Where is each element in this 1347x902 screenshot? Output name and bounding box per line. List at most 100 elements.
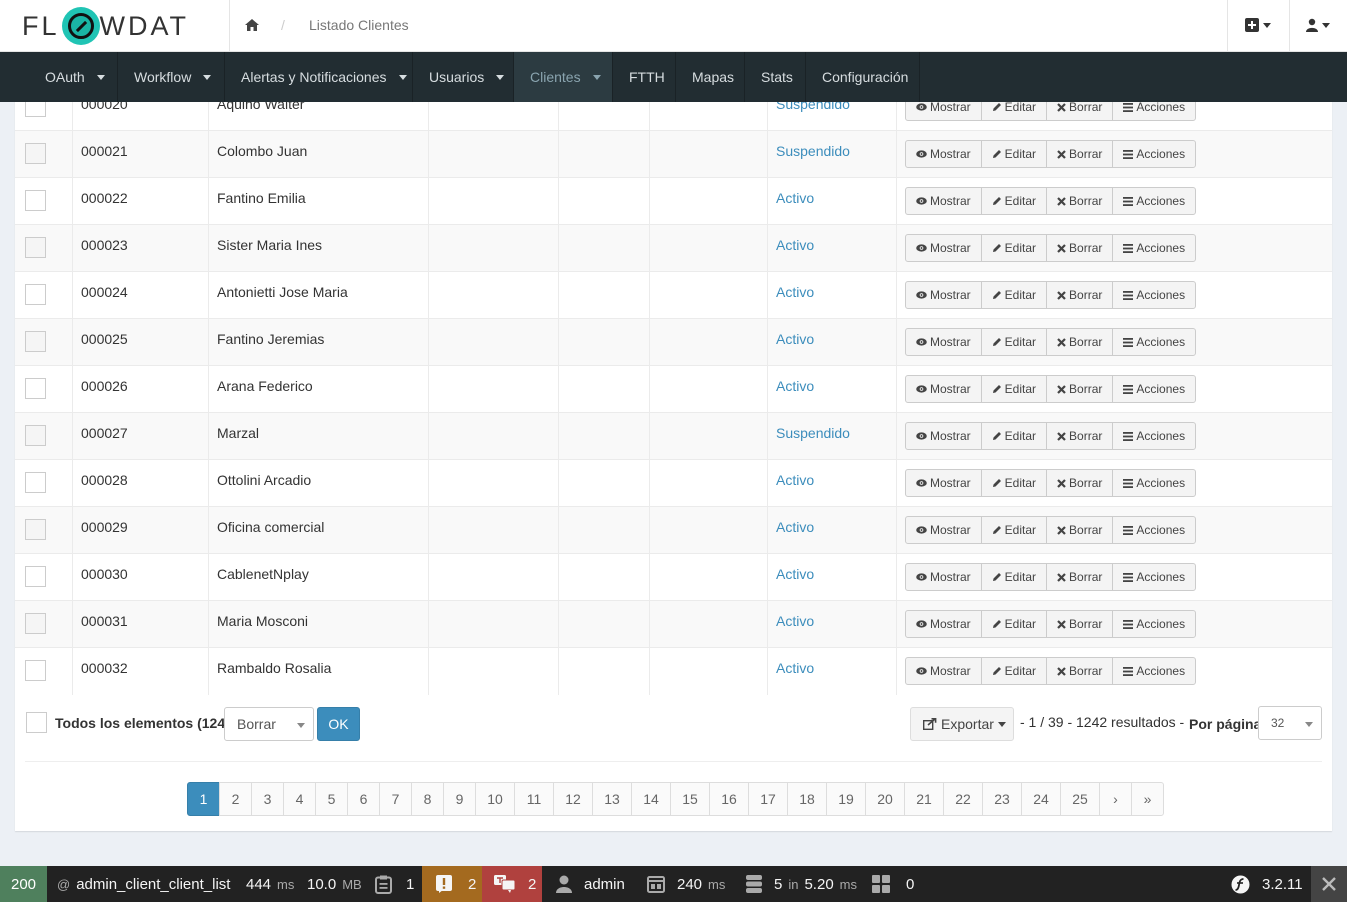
actions-button[interactable]: Acciones: [1112, 140, 1197, 168]
row-checkbox[interactable]: [25, 566, 46, 587]
row-checkbox[interactable]: [25, 190, 46, 211]
batch-action-select[interactable]: Borrar: [224, 707, 314, 741]
close-toolbar-button[interactable]: [1311, 866, 1347, 902]
delete-button[interactable]: Borrar: [1046, 516, 1114, 544]
flowdat-logo[interactable]: FL WDAT: [22, 6, 207, 46]
page-link[interactable]: 1: [187, 782, 220, 816]
show-button[interactable]: Mostrar: [905, 281, 982, 309]
client-status-link[interactable]: Activo: [776, 660, 814, 676]
actions-button[interactable]: Acciones: [1112, 469, 1197, 497]
delete-button[interactable]: Borrar: [1046, 140, 1114, 168]
nav-configuracion[interactable]: Configuración: [806, 52, 920, 102]
edit-button[interactable]: Editar: [980, 469, 1048, 497]
warnings-item[interactable]: 2: [422, 866, 482, 902]
page-link[interactable]: 8: [411, 782, 444, 816]
page-link[interactable]: 19: [826, 782, 866, 816]
user-menu-button[interactable]: [1306, 14, 1330, 36]
client-status-link[interactable]: Activo: [776, 378, 814, 394]
edit-button[interactable]: Editar: [980, 328, 1048, 356]
show-button[interactable]: Mostrar: [905, 234, 982, 262]
delete-button[interactable]: Borrar: [1046, 610, 1114, 638]
page-link[interactable]: 6: [347, 782, 380, 816]
actions-button[interactable]: Acciones: [1112, 422, 1197, 450]
actions-button[interactable]: Acciones: [1112, 234, 1197, 262]
edit-button[interactable]: Editar: [980, 610, 1048, 638]
page-link[interactable]: 17: [748, 782, 788, 816]
page-link[interactable]: 24: [1021, 782, 1061, 816]
row-checkbox[interactable]: [25, 378, 46, 399]
actions-button[interactable]: Acciones: [1112, 657, 1197, 685]
show-button[interactable]: Mostrar: [905, 422, 982, 450]
page-link[interactable]: 14: [631, 782, 671, 816]
row-checkbox[interactable]: [25, 519, 46, 540]
delete-button[interactable]: Borrar: [1046, 281, 1114, 309]
page-link[interactable]: 7: [379, 782, 412, 816]
render-time-item[interactable]: 240 ms: [647, 866, 725, 902]
page-link[interactable]: 20: [865, 782, 905, 816]
cache-item[interactable]: 0: [872, 866, 914, 902]
delete-button[interactable]: Borrar: [1046, 422, 1114, 450]
client-status-link[interactable]: Activo: [776, 566, 814, 582]
client-status-link[interactable]: Activo: [776, 519, 814, 535]
client-status-link[interactable]: Activo: [776, 613, 814, 629]
add-menu-button[interactable]: [1245, 14, 1271, 36]
home-icon[interactable]: [244, 17, 260, 33]
page-link[interactable]: 21: [904, 782, 944, 816]
client-status-link[interactable]: Suspendido: [776, 425, 850, 441]
page-link[interactable]: »: [1131, 782, 1164, 816]
page-link[interactable]: 12: [553, 782, 593, 816]
client-status-link[interactable]: Suspendido: [776, 143, 850, 159]
actions-button[interactable]: Acciones: [1112, 187, 1197, 215]
client-status-link[interactable]: Activo: [776, 190, 814, 206]
page-link[interactable]: 16: [709, 782, 749, 816]
nav-alertas[interactable]: Alertas y Notificaciones: [225, 52, 413, 102]
delete-button[interactable]: Borrar: [1046, 234, 1114, 262]
show-button[interactable]: Mostrar: [905, 187, 982, 215]
per-page-select[interactable]: 32: [1258, 706, 1322, 740]
nav-usuarios[interactable]: Usuarios: [413, 52, 514, 102]
actions-button[interactable]: Acciones: [1112, 516, 1197, 544]
page-link[interactable]: 13: [592, 782, 632, 816]
row-checkbox[interactable]: [25, 143, 46, 164]
delete-button[interactable]: Borrar: [1046, 328, 1114, 356]
symfony-version-item[interactable]: 3.2.11: [1231, 866, 1303, 902]
actions-button[interactable]: Acciones: [1112, 328, 1197, 356]
edit-button[interactable]: Editar: [980, 657, 1048, 685]
page-link[interactable]: 25: [1060, 782, 1100, 816]
edit-button[interactable]: Editar: [980, 140, 1048, 168]
show-button[interactable]: Mostrar: [905, 657, 982, 685]
delete-button[interactable]: Borrar: [1046, 187, 1114, 215]
actions-button[interactable]: Acciones: [1112, 281, 1197, 309]
status-code-badge[interactable]: 200: [0, 866, 47, 902]
row-checkbox[interactable]: [25, 613, 46, 634]
page-link[interactable]: 2: [219, 782, 252, 816]
client-status-link[interactable]: Activo: [776, 331, 814, 347]
nav-mapas[interactable]: Mapas: [676, 52, 745, 102]
row-checkbox[interactable]: [25, 237, 46, 258]
client-status-link[interactable]: Activo: [776, 237, 814, 253]
page-link[interactable]: ›: [1099, 782, 1132, 816]
forms-item[interactable]: 1: [375, 866, 414, 902]
delete-button[interactable]: Borrar: [1046, 469, 1114, 497]
ok-button[interactable]: OK: [317, 707, 360, 741]
edit-button[interactable]: Editar: [980, 563, 1048, 591]
page-link[interactable]: 22: [943, 782, 983, 816]
nav-workflow[interactable]: Workflow: [118, 52, 225, 102]
page-link[interactable]: 3: [251, 782, 284, 816]
delete-button[interactable]: Borrar: [1046, 375, 1114, 403]
errors-item[interactable]: 2: [482, 866, 542, 902]
show-button[interactable]: Mostrar: [905, 469, 982, 497]
client-status-link[interactable]: Activo: [776, 472, 814, 488]
nav-clientes[interactable]: Clientes: [514, 52, 613, 102]
page-link[interactable]: 10: [475, 782, 515, 816]
row-checkbox[interactable]: [25, 425, 46, 446]
select-all-checkbox[interactable]: [26, 712, 47, 733]
row-checkbox[interactable]: [25, 284, 46, 305]
actions-button[interactable]: Acciones: [1112, 610, 1197, 638]
page-link[interactable]: 15: [670, 782, 710, 816]
nav-ftth[interactable]: FTTH: [613, 52, 676, 102]
edit-button[interactable]: Editar: [980, 422, 1048, 450]
show-button[interactable]: Mostrar: [905, 328, 982, 356]
user-item[interactable]: admin: [556, 866, 625, 902]
page-link[interactable]: 5: [315, 782, 348, 816]
